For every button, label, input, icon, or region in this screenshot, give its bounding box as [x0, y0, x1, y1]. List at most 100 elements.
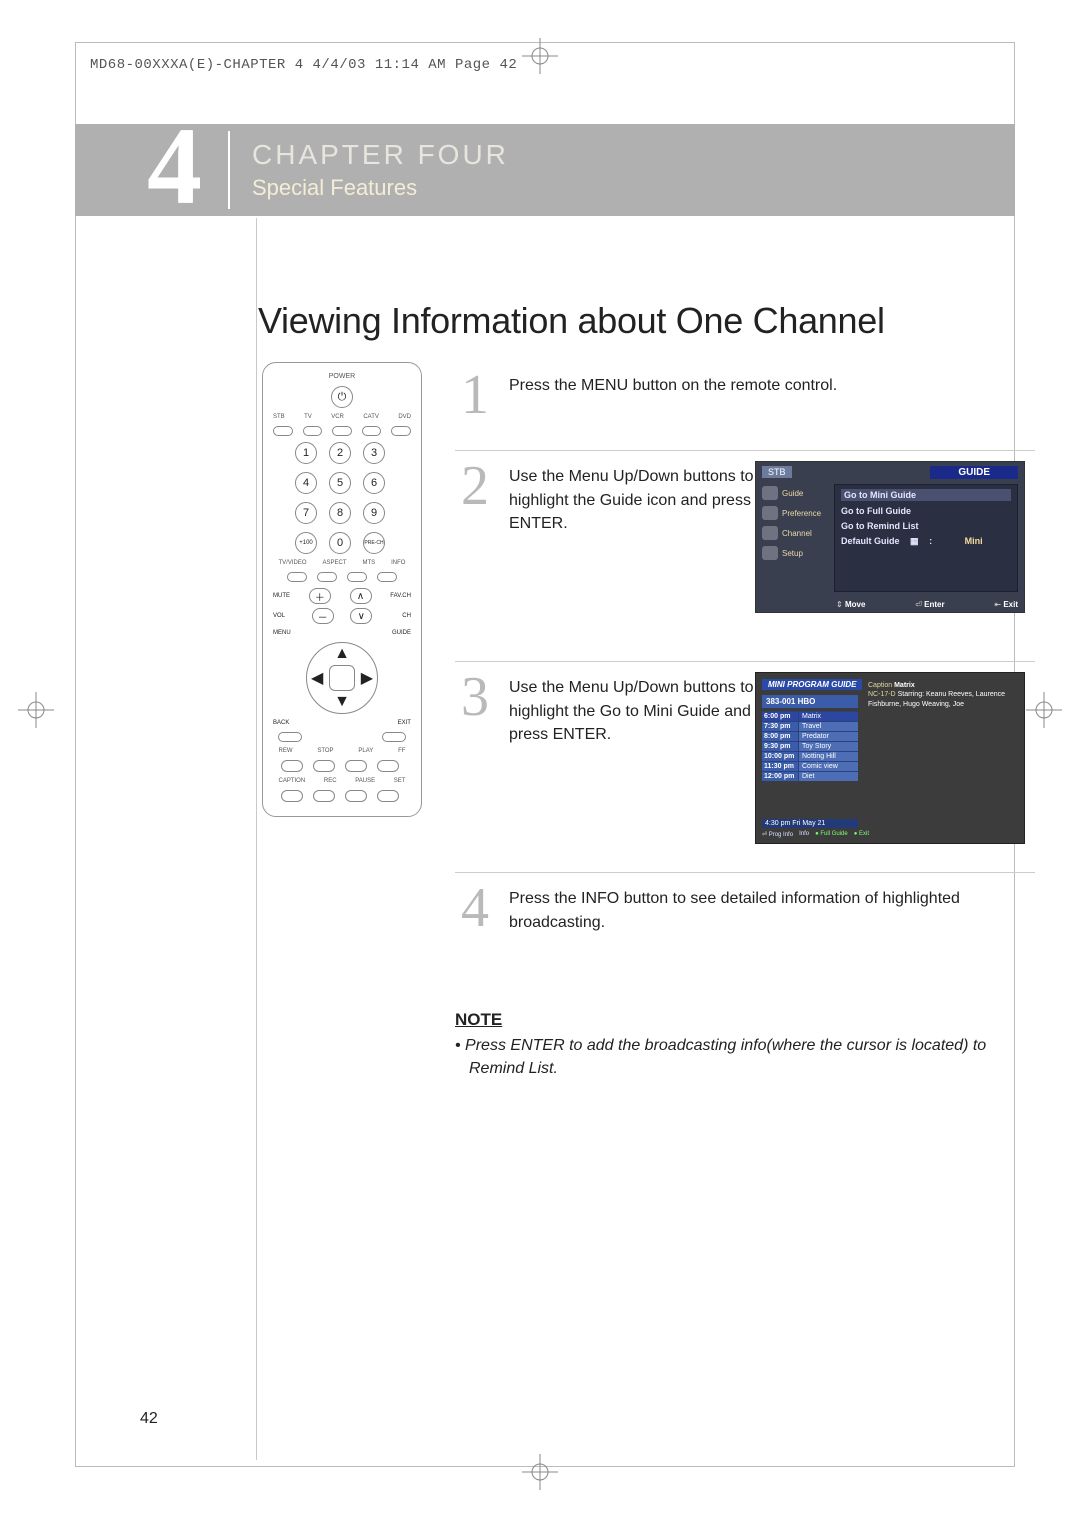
note-text: • Press ENTER to add the broadcasting in… [455, 1034, 1035, 1080]
set-button [377, 790, 399, 802]
mode-button [391, 426, 411, 436]
stb-tab: STB [762, 466, 792, 478]
transport-label: CAPTION [279, 778, 306, 784]
transport-label: PAUSE [355, 778, 375, 784]
back-label: BACK [273, 720, 289, 726]
list-row: 12:00 pmDiet [762, 771, 858, 781]
step-text: Use the Menu Up/Down buttons to highligh… [509, 461, 769, 535]
list-row: 8:00 pmPredator [762, 731, 858, 741]
func-button [287, 572, 307, 582]
menu-row-full-guide: Go to Full Guide [841, 506, 1011, 516]
plus100-button: +100 [295, 532, 317, 554]
keypad: 1 2 3 4 5 6 7 8 9 +100 0 PRE-CH [295, 442, 389, 554]
down-arrow-icon: ▼ [334, 693, 350, 711]
up-arrow-icon: ▲ [334, 645, 350, 663]
mini-guide-tab: MINI PROGRAM GUIDE [762, 679, 862, 690]
vertical-rule [256, 218, 257, 1460]
digit-button: 4 [295, 472, 317, 494]
ch-up-icon: ∧ [350, 588, 372, 604]
menu-label: MENU [273, 630, 291, 636]
guide-icon [762, 486, 778, 500]
mid-label: MTS [362, 560, 375, 566]
vol-down-icon: － [312, 608, 334, 624]
mode-label: VCR [331, 414, 344, 420]
list-icon: ▦ [910, 536, 919, 546]
channel-header: 383-001 HBO [762, 695, 858, 708]
mode-button [303, 426, 323, 436]
transport-label: REC [324, 778, 337, 784]
vol-label: VOL [273, 613, 295, 619]
prech-button: PRE-CH [363, 532, 385, 554]
menu-row-mini-guide: Go to Mini Guide [841, 489, 1011, 501]
step-text: Press the INFO button to see detailed in… [509, 883, 1029, 933]
digit-button: 2 [329, 442, 351, 464]
step-number: 4 [455, 883, 495, 933]
mode-button [273, 426, 293, 436]
remote-control-figure: POWER ⏻ STB TV VCR CATV DVD 1 2 3 4 5 6 … [262, 362, 432, 817]
func-button [377, 572, 397, 582]
exit-hint: ⇤ Exit [994, 600, 1018, 609]
play-button [345, 760, 367, 772]
page-title: Viewing Information about One Channel [258, 300, 885, 342]
step-2: 2 Use the Menu Up/Down buttons to highli… [455, 450, 1035, 661]
registration-mark-icon [18, 692, 54, 728]
nav-setup: Setup [762, 546, 828, 560]
mute-label: MUTE [273, 593, 290, 599]
right-arrow-icon: ▶ [361, 668, 373, 688]
registration-mark-icon [522, 1454, 558, 1490]
func-button [317, 572, 337, 582]
digit-button: 0 [329, 532, 351, 554]
rew-button [281, 760, 303, 772]
program-meta: Caption Matrix NC-17-D Starring: Keanu R… [868, 681, 1018, 708]
chapter-number: 4 [147, 122, 202, 210]
enter-hint: ⏎ Enter [915, 600, 944, 609]
chapter-title: CHAPTER FOUR [252, 139, 509, 171]
guide-panel: Go to Mini Guide Go to Full Guide Go to … [834, 484, 1018, 592]
mode-label: TV [304, 414, 312, 420]
digit-button: 7 [295, 502, 317, 524]
pause-button [345, 790, 367, 802]
step-1: 1 Press the MENU button on the remote co… [455, 370, 1035, 450]
mode-button [332, 426, 352, 436]
power-label: POWER [329, 373, 355, 380]
list-row: 11:30 pmComic view [762, 761, 858, 771]
dpad: ▲ ▼ ◀ ▶ [306, 642, 378, 714]
ch-label: CH [389, 613, 411, 619]
ff-button [377, 760, 399, 772]
note-block: NOTE • Press ENTER to add the broadcasti… [455, 1010, 1035, 1080]
preference-icon [762, 506, 778, 520]
setup-icon [762, 546, 778, 560]
registration-mark-icon [522, 38, 558, 74]
transport-label: REW [279, 748, 293, 754]
chapter-header: 4 CHAPTER FOUR Special Features [75, 124, 1015, 216]
favch-label: FAV.CH [390, 593, 411, 599]
transport-label: STOP [317, 748, 333, 754]
program-list: 6:00 pmMatrix 7:30 pmTravel 8:00 pmPreda… [762, 711, 858, 781]
step-4: 4 Press the INFO button to see detailed … [455, 872, 1035, 963]
nav-guide: Guide [762, 486, 828, 500]
move-hint: ⇕ Move [836, 600, 865, 609]
back-button [278, 732, 302, 742]
divider [228, 131, 230, 209]
list-row: 7:30 pmTravel [762, 721, 858, 731]
guide-label: GUIDE [392, 630, 411, 636]
date-bar: 4:30 pm Fri May 21 [762, 819, 858, 828]
step-text: Use the Menu Up/Down buttons to highligh… [509, 672, 769, 746]
menu-screenshot-guide: STB GUIDE Guide Preference Channel Setup… [755, 461, 1025, 613]
mid-label: TV/VIDEO [279, 560, 307, 566]
mid-label: ASPECT [323, 560, 347, 566]
chapter-subtitle: Special Features [252, 175, 509, 201]
page-number: 42 [140, 1410, 158, 1428]
menu-row-remind-list: Go to Remind List [841, 521, 1011, 531]
mode-label: STB [273, 414, 285, 420]
step-text: Press the MENU button on the remote cont… [509, 370, 837, 397]
transport-label: SET [394, 778, 406, 784]
menu-footer: ⇕ Move ⏎ Enter ⇤ Exit [836, 600, 1018, 609]
step-number: 1 [455, 370, 495, 420]
step-number: 2 [455, 461, 495, 511]
steps-list: 1 Press the MENU button on the remote co… [455, 370, 1035, 964]
exit-button [382, 732, 406, 742]
mini-guide-footer: ⏎ Prog Info Info ● Full Guide ● Exit [762, 831, 869, 838]
guide-tab: GUIDE [930, 466, 1018, 479]
mini-guide-screenshot: MINI PROGRAM GUIDE Caption Matrix NC-17-… [755, 672, 1025, 844]
